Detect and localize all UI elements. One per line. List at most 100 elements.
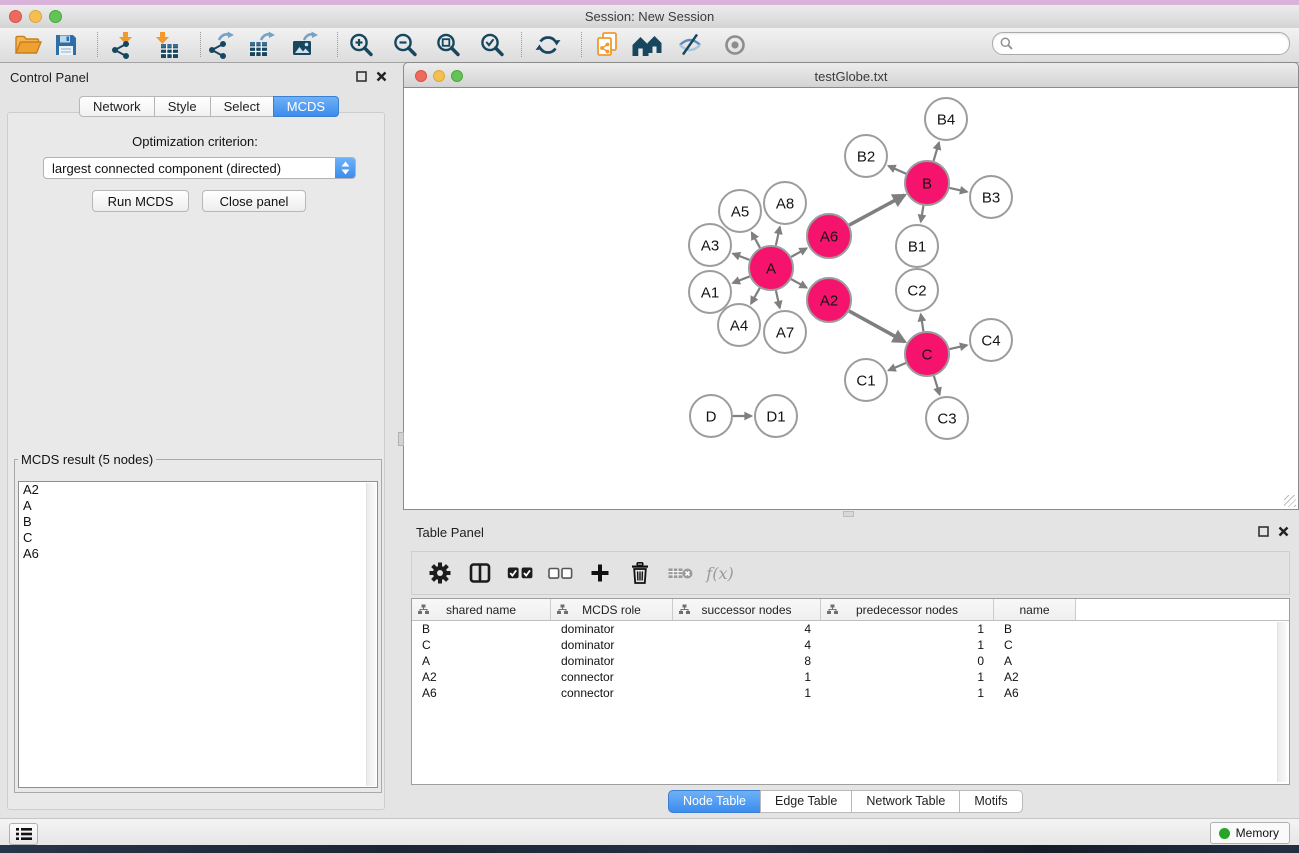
zoom-selected-button[interactable] [473, 31, 511, 59]
edge-B-B2[interactable] [888, 166, 906, 174]
new-network-from-selection-button[interactable] [588, 31, 626, 59]
table-cell[interactable]: dominator [551, 637, 673, 653]
float-panel-icon[interactable] [356, 71, 367, 82]
table-cell[interactable]: A [412, 653, 551, 669]
select-all-button[interactable] [500, 566, 540, 580]
tab-mcds[interactable]: MCDS [273, 96, 339, 117]
float-panel-icon[interactable] [1258, 526, 1269, 537]
table-cell[interactable]: B [994, 621, 1076, 637]
main-titlebar[interactable]: Session: New Session [0, 5, 1299, 29]
edge-B-B1[interactable] [921, 206, 924, 222]
apply-preferred-layout-button[interactable] [628, 31, 666, 59]
edge-A-A6[interactable] [791, 248, 807, 257]
vertical-splitter-handle[interactable] [843, 511, 854, 517]
delete-columns-button[interactable] [620, 562, 660, 584]
tab-motifs[interactable]: Motifs [959, 790, 1022, 813]
tab-node-table[interactable]: Node Table [668, 790, 761, 813]
open-session-button[interactable] [9, 31, 47, 59]
network-view-canvas[interactable]: B4B2BB3A8A5A6B1A3AA1C2A2A4A7C4CC1C3DD1 [403, 88, 1299, 510]
edge-A6-B[interactable] [849, 195, 904, 225]
edge-B-B4[interactable] [934, 142, 939, 160]
table-cell[interactable]: 1 [821, 621, 994, 637]
edge-A-A1[interactable] [733, 276, 750, 283]
edge-A-A8[interactable] [776, 227, 780, 246]
export-image-button[interactable] [285, 31, 323, 59]
column-header-name[interactable]: name [994, 599, 1076, 620]
function-builder-button[interactable]: f(x) [700, 564, 740, 583]
deselect-all-button[interactable] [540, 567, 580, 580]
dropdown-stepper[interactable] [335, 158, 355, 178]
edge-C-C3[interactable] [934, 376, 940, 395]
import-network-button[interactable] [103, 31, 141, 59]
create-column-button[interactable] [580, 563, 620, 583]
edge-A2-C[interactable] [849, 311, 905, 342]
delete-table-button[interactable] [660, 565, 700, 581]
zoom-out-button[interactable] [386, 31, 424, 59]
edge-C-C2[interactable] [921, 314, 924, 331]
table-row[interactable]: Bdominator41B [412, 621, 1289, 637]
network-window-titlebar[interactable]: testGlobe.txt [403, 62, 1299, 88]
network-graph[interactable]: B4B2BB3A8A5A6B1A3AA1C2A2A4A7C4CC1C3DD1 [404, 88, 1298, 508]
column-header-successor-nodes[interactable]: successor nodes [673, 599, 821, 620]
table-cell[interactable]: connector [551, 685, 673, 701]
close-panel-icon[interactable] [376, 71, 387, 82]
close-panel-icon[interactable] [1278, 526, 1289, 537]
import-table-button[interactable] [147, 31, 185, 59]
table-cell[interactable]: 1 [821, 669, 994, 685]
close-panel-button[interactable]: Close panel [202, 190, 306, 212]
tab-select[interactable]: Select [210, 96, 274, 117]
table-cell[interactable]: B [412, 621, 551, 637]
table-cell[interactable]: A2 [412, 669, 551, 685]
column-header-shared-name[interactable]: shared name [412, 599, 551, 620]
show-graphics-details-button[interactable] [716, 31, 754, 59]
edge-A-A2[interactable] [791, 279, 807, 288]
table-cell[interactable]: A [994, 653, 1076, 669]
result-list-scrollbar[interactable] [366, 483, 376, 786]
export-table-button[interactable] [242, 31, 280, 59]
table-cell[interactable]: 1 [821, 685, 994, 701]
mcds-result-list[interactable]: A2ABCA6 [18, 481, 378, 788]
column-header-predecessor-nodes[interactable]: predecessor nodes [821, 599, 994, 620]
table-cell[interactable]: 0 [821, 653, 994, 669]
search-field[interactable] [992, 32, 1290, 55]
edge-B-B3[interactable] [949, 188, 967, 192]
table-cell[interactable]: A2 [994, 669, 1076, 685]
edge-A-A7[interactable] [776, 290, 780, 308]
tab-network[interactable]: Network [79, 96, 155, 117]
refresh-view-button[interactable] [529, 31, 567, 59]
tab-edge-table[interactable]: Edge Table [760, 790, 852, 813]
result-item[interactable]: A2 [19, 482, 377, 498]
column-header-MCDS-role[interactable]: MCDS role [551, 599, 673, 620]
table-cell[interactable]: 4 [673, 637, 821, 653]
edge-A-A5[interactable] [752, 233, 760, 248]
table-row[interactable]: Cdominator41C [412, 637, 1289, 653]
table-cell[interactable]: 1 [673, 669, 821, 685]
table-scrollbar[interactable] [1277, 622, 1287, 782]
table-row[interactable]: A2connector11A2 [412, 669, 1289, 685]
result-item[interactable]: A6 [19, 546, 377, 562]
edge-A-A4[interactable] [751, 288, 760, 304]
table-options-button[interactable] [420, 562, 460, 584]
tab-network-table[interactable]: Network Table [851, 790, 960, 813]
memory-status-button[interactable]: Memory [1210, 822, 1290, 844]
table-cell[interactable]: 1 [673, 685, 821, 701]
criterion-dropdown[interactable]: largest connected component (directed) [43, 157, 356, 179]
table-cell[interactable]: C [994, 637, 1076, 653]
run-mcds-button[interactable]: Run MCDS [92, 190, 189, 212]
save-session-button[interactable] [47, 31, 85, 59]
table-cell[interactable]: dominator [551, 621, 673, 637]
task-history-button[interactable] [9, 823, 38, 845]
table-cell[interactable]: C [412, 637, 551, 653]
hide-graphics-details-button[interactable] [671, 31, 709, 59]
node-table[interactable]: shared nameMCDS rolesuccessor nodesprede… [411, 598, 1290, 785]
table-row[interactable]: Adominator80A [412, 653, 1289, 669]
edge-A-A3[interactable] [733, 254, 750, 260]
window-resize-grip[interactable] [1284, 495, 1296, 507]
table-cell[interactable]: 4 [673, 621, 821, 637]
search-input[interactable] [1017, 35, 1289, 53]
result-item[interactable]: C [19, 530, 377, 546]
zoom-in-button[interactable] [342, 31, 380, 59]
export-network-button[interactable] [201, 31, 239, 59]
edge-C-C1[interactable] [889, 363, 906, 370]
result-item[interactable]: B [19, 514, 377, 530]
